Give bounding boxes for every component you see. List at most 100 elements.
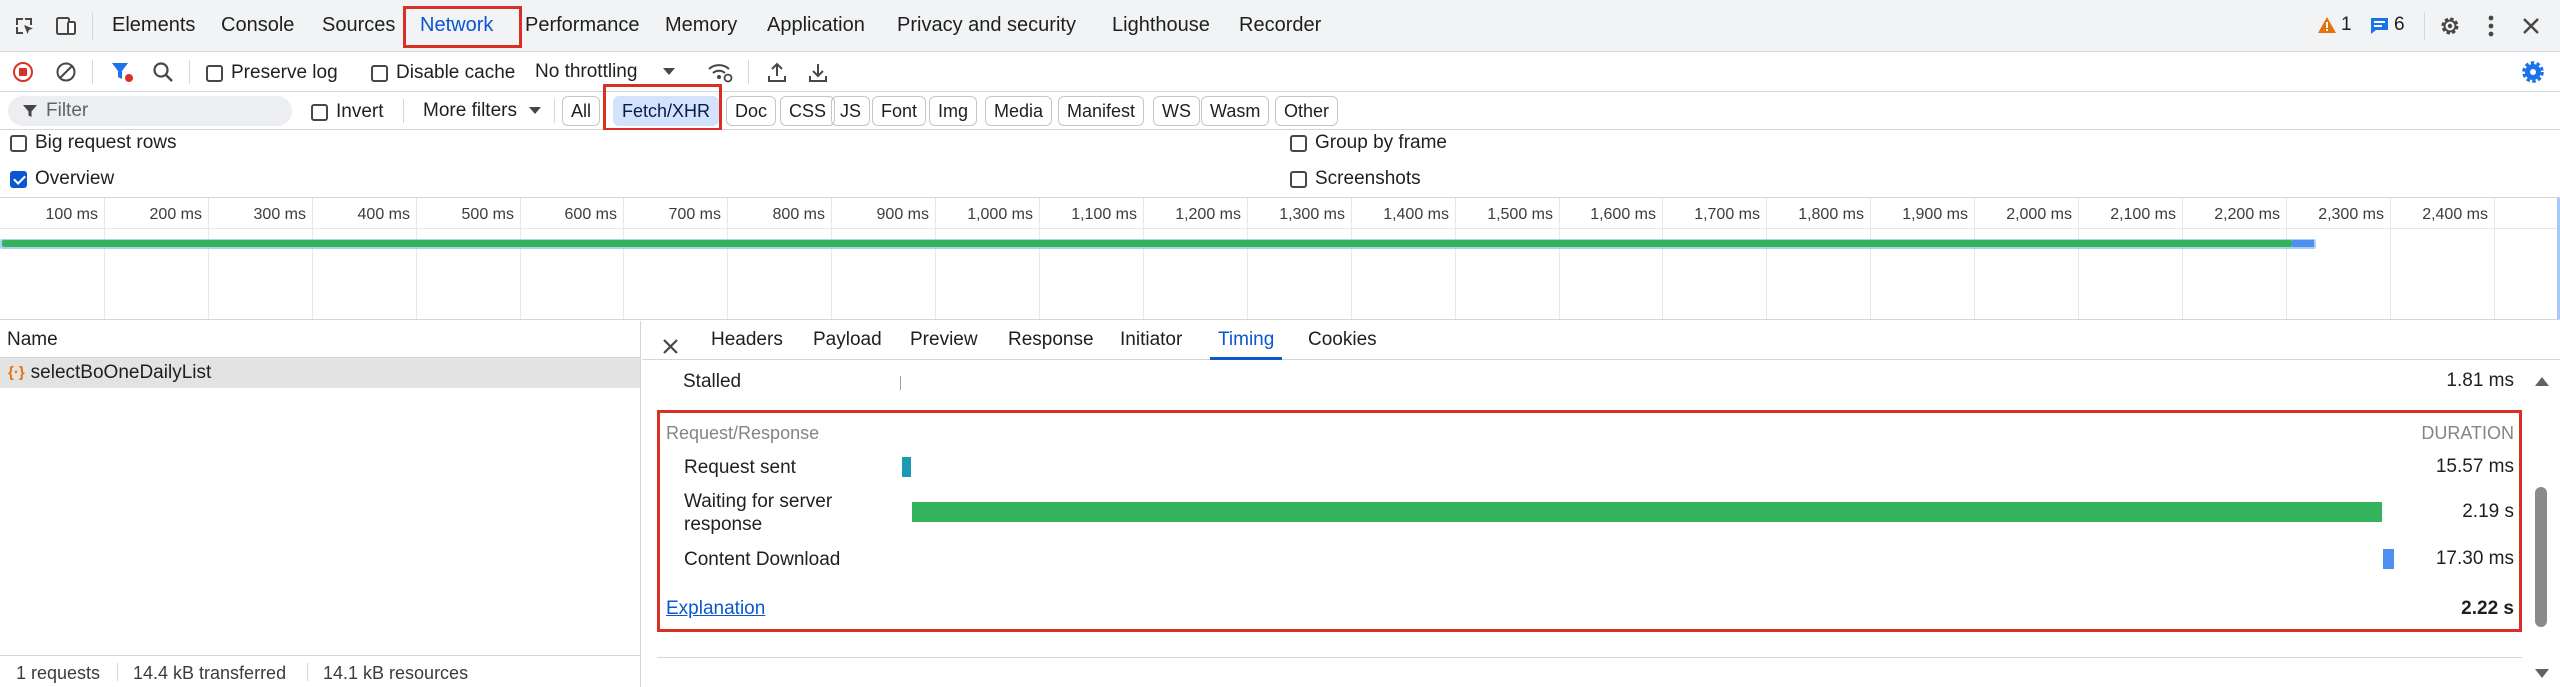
search-icon[interactable] <box>148 57 178 87</box>
details-tabs: Headers Payload Preview Response Initiat… <box>642 321 2560 360</box>
inspect-element-icon[interactable] <box>9 11 39 41</box>
filter-chip-img[interactable]: Img <box>929 96 978 126</box>
warnings-counter[interactable]: 1 <box>2318 14 2352 36</box>
filter-chip-font[interactable]: Font <box>872 96 927 126</box>
throttling-select[interactable]: No throttling <box>535 61 676 83</box>
close-devtools-icon[interactable] <box>2516 11 2546 41</box>
content-download-duration: 17.30 ms <box>2435 548 2514 569</box>
overview-waiting-bar <box>2 240 2292 247</box>
tab-console[interactable]: Console <box>221 0 294 52</box>
ruler-tick-line <box>2390 198 2391 319</box>
tab-initiator[interactable]: Initiator <box>1120 321 1182 360</box>
scroll-down-arrow-icon[interactable] <box>2535 669 2549 679</box>
messages-counter[interactable]: 6 <box>2370 14 2405 36</box>
ruler-tick-label: 1,800 ms <box>1798 206 1864 223</box>
stop-recording-icon[interactable] <box>8 57 38 87</box>
disable-cache-label: Disable cache <box>396 62 516 83</box>
tab-application[interactable]: Application <box>767 0 865 52</box>
ruler-tick-label: 2,000 ms <box>2006 206 2072 223</box>
tab-payload[interactable]: Payload <box>813 321 882 360</box>
duration-column-header: DURATION <box>2421 423 2514 443</box>
export-har-icon[interactable] <box>803 57 833 87</box>
tab-performance[interactable]: Performance <box>525 0 640 52</box>
filter-chip-manifest[interactable]: Manifest <box>1058 96 1145 126</box>
tab-memory[interactable]: Memory <box>665 0 737 52</box>
divider <box>2424 12 2425 40</box>
ruler-tick-line <box>831 198 832 319</box>
filter-chip-doc[interactable]: Doc <box>726 96 777 126</box>
ruler-tick-line <box>935 198 936 319</box>
tab-sources[interactable]: Sources <box>322 0 395 52</box>
divider <box>307 663 308 681</box>
filter-chip-js[interactable]: JS <box>831 96 871 126</box>
tab-network[interactable]: Network <box>420 0 494 52</box>
group-by-frame-checkbox[interactable]: Group by frame <box>1290 132 1447 154</box>
ruler-tick-label: 700 ms <box>668 206 721 223</box>
filter-chip-fetch-xhr[interactable]: Fetch/XHR <box>613 96 720 126</box>
invert-checkbox[interactable]: Invert <box>311 101 384 123</box>
more-options-icon[interactable] <box>2476 11 2506 41</box>
tab-preview[interactable]: Preview <box>910 321 978 360</box>
tab-cookies[interactable]: Cookies <box>1308 321 1377 360</box>
checkbox-box <box>1290 134 1307 152</box>
filter-chip-wasm[interactable]: Wasm <box>1201 96 1270 126</box>
divider <box>92 60 93 84</box>
checkbox-box <box>311 103 328 121</box>
ruler-tick-label: 400 ms <box>357 206 410 223</box>
scroll-up-arrow-icon[interactable] <box>2535 376 2549 386</box>
ruler-tick-label: 300 ms <box>253 206 306 223</box>
request-row[interactable]: {·} selectBoOneDailyList <box>0 358 640 388</box>
overview-checkbox[interactable]: Overview <box>10 168 114 190</box>
ruler-baseline <box>0 228 2560 229</box>
filter-chip-all[interactable]: All <box>562 96 601 126</box>
tab-elements[interactable]: Elements <box>112 0 195 52</box>
ruler-tick-line <box>1039 198 1040 319</box>
close-details-icon[interactable] <box>662 331 679 354</box>
section-divider <box>657 657 2522 658</box>
filter-chip-css[interactable]: CSS <box>780 96 836 126</box>
disable-cache-checkbox[interactable]: Disable cache <box>371 62 515 84</box>
tab-response[interactable]: Response <box>1008 321 1094 360</box>
filter-chip-ws[interactable]: WS <box>1153 96 1200 126</box>
big-request-rows-label: Big request rows <box>35 132 177 153</box>
ruler-tick-line <box>2286 198 2287 319</box>
divider <box>189 60 190 84</box>
request-details-pane: Headers Payload Preview Response Initiat… <box>642 321 2560 687</box>
content-download-bar <box>2383 549 2394 569</box>
clear-icon[interactable] <box>51 57 81 87</box>
settings-gear-icon[interactable] <box>2435 11 2465 41</box>
ruler-tick-line <box>1870 198 1871 319</box>
network-settings-gear-icon[interactable] <box>2518 57 2548 87</box>
tab-lighthouse[interactable]: Lighthouse <box>1112 0 1210 52</box>
request-list: Name {·} selectBoOneDailyList <box>0 321 641 655</box>
explanation-link[interactable]: Explanation <box>666 598 765 620</box>
filter-chip-other[interactable]: Other <box>1275 96 1339 126</box>
ruler-tick-label: 2,100 ms <box>2110 206 2176 223</box>
filter-bar: Filter Invert More filters All Fetch/XHR… <box>0 84 2560 131</box>
big-request-rows-checkbox[interactable]: Big request rows <box>10 132 177 154</box>
filter-icon[interactable] <box>107 57 137 87</box>
ruler-tick-line <box>1766 198 1767 319</box>
filter-input[interactable]: Filter <box>8 96 292 126</box>
checkbox-box-checked <box>10 170 27 188</box>
tab-timing[interactable]: Timing <box>1210 321 1283 360</box>
scrollbar-thumb[interactable] <box>2535 487 2547 627</box>
tab-recorder[interactable]: Recorder <box>1239 0 1321 52</box>
active-tab-underline <box>420 45 494 48</box>
screenshots-checkbox[interactable]: Screenshots <box>1290 168 1421 190</box>
preserve-log-checkbox[interactable]: Preserve log <box>206 62 338 84</box>
network-conditions-icon[interactable] <box>705 57 735 87</box>
device-toolbar-icon[interactable] <box>51 11 81 41</box>
ruler-tick-label: 2,300 ms <box>2318 206 2384 223</box>
checkbox-box <box>371 64 388 82</box>
name-column-header[interactable]: Name <box>0 321 640 358</box>
tab-privacy-and-security[interactable]: Privacy and security <box>897 0 1076 52</box>
ruler-tick-line <box>623 198 624 319</box>
filter-chip-media[interactable]: Media <box>985 96 1053 126</box>
overview-timeline[interactable]: 100 ms 200 ms 300 ms 400 ms 500 ms 600 ms 700 … <box>0 198 2560 320</box>
import-har-icon[interactable] <box>762 57 792 87</box>
tab-headers[interactable]: Headers <box>711 321 783 360</box>
ruler-tick-label: 100 ms <box>45 206 98 223</box>
more-filters-dropdown[interactable]: More filters <box>423 100 541 122</box>
tab-timing-label: Timing <box>1218 329 1275 350</box>
